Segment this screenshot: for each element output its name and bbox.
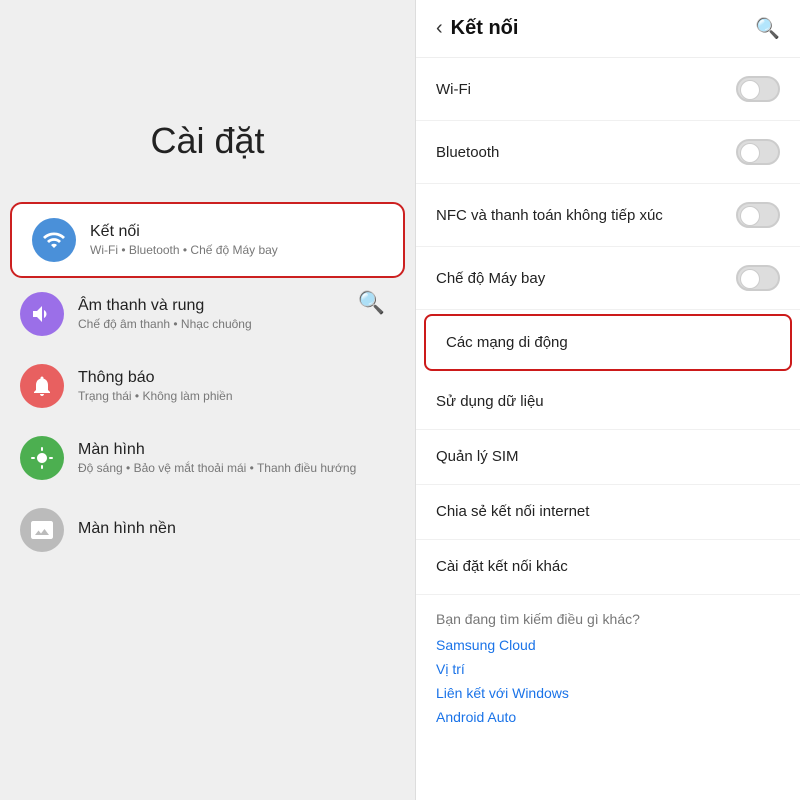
wallpaper-icon: [20, 508, 64, 552]
suggestion-title: Bạn đang tìm kiếm điều gì khác?: [436, 611, 780, 627]
cac-mang-label: Các mạng di động: [446, 334, 568, 351]
right-header-title: Kết nối: [451, 17, 519, 40]
bluetooth-label: Bluetooth: [436, 144, 499, 161]
nfc-label: NFC và thanh toán không tiếp xúc: [436, 207, 663, 224]
wifi-toggle[interactable]: [736, 76, 780, 102]
am-thanh-title: Âm thanh và rung: [78, 297, 252, 315]
left-panel: Cài đặt 🔍 Kết nối Wi-Fi • Bluetooth • Ch…: [0, 0, 415, 800]
ket-noi-subtitle: Wi-Fi • Bluetooth • Chế độ Máy bay: [90, 243, 278, 257]
thong-bao-text: Thông báo Trạng thái • Không làm phiền: [78, 369, 233, 403]
back-button[interactable]: ‹: [436, 17, 443, 40]
display-icon: [20, 436, 64, 480]
suggestion-vi-tri[interactable]: Vị trí: [436, 661, 780, 677]
menu-item-cac-mang-di-dong[interactable]: Các mạng di động: [424, 314, 792, 371]
settings-title: Cài đặt: [0, 120, 415, 162]
man-hinh-subtitle: Độ sáng • Bảo vệ mắt thoải mái • Thanh đ…: [78, 461, 356, 475]
wifi-label: Wi-Fi: [436, 81, 471, 98]
may-bay-toggle[interactable]: [736, 265, 780, 291]
chia-se-label: Chia sẻ kết nối internet: [436, 503, 589, 520]
may-bay-label: Chế độ Máy bay: [436, 270, 545, 287]
menu-item-su-dung-du-lieu[interactable]: Sử dụng dữ liệu: [416, 375, 800, 430]
menu-item-nfc[interactable]: NFC và thanh toán không tiếp xúc: [416, 184, 800, 247]
ket-noi-title: Kết nối: [90, 223, 278, 241]
menu-item-quan-ly-sim[interactable]: Quản lý SIM: [416, 430, 800, 485]
cai-dat-khac-label: Cài đặt kết nối khác: [436, 558, 568, 575]
settings-list: Kết nối Wi-Fi • Bluetooth • Chế độ Máy b…: [0, 202, 415, 566]
man-hinh-text: Màn hình Độ sáng • Bảo vệ mắt thoải mái …: [78, 441, 356, 475]
sidebar-item-am-thanh[interactable]: Âm thanh và rung Chế độ âm thanh • Nhạc …: [0, 278, 415, 350]
thong-bao-subtitle: Trạng thái • Không làm phiền: [78, 389, 233, 403]
menu-item-chia-se[interactable]: Chia sẻ kết nối internet: [416, 485, 800, 540]
am-thanh-text: Âm thanh và rung Chế độ âm thanh • Nhạc …: [78, 297, 252, 331]
su-dung-label: Sử dụng dữ liệu: [436, 393, 544, 410]
sound-icon: [20, 292, 64, 336]
man-hinh-nen-title: Màn hình nền: [78, 520, 176, 538]
bluetooth-toggle[interactable]: [736, 139, 780, 165]
search-icon-left[interactable]: 🔍: [358, 290, 385, 316]
sidebar-item-man-hinh-nen[interactable]: Màn hình nền: [0, 494, 415, 566]
suggestion-android-auto[interactable]: Android Auto: [436, 709, 780, 725]
menu-item-cai-dat-khac[interactable]: Cài đặt kết nối khác: [416, 540, 800, 595]
right-header: ‹ Kết nối 🔍: [416, 0, 800, 58]
right-panel: ‹ Kết nối 🔍 Wi-Fi Bluetooth NFC và thanh…: [415, 0, 800, 800]
sidebar-item-thong-bao[interactable]: Thông báo Trạng thái • Không làm phiền: [0, 350, 415, 422]
notif-icon: [20, 364, 64, 408]
suggestion-lien-ket-windows[interactable]: Liên kết với Windows: [436, 685, 780, 701]
sidebar-item-man-hinh[interactable]: Màn hình Độ sáng • Bảo vệ mắt thoải mái …: [0, 422, 415, 494]
menu-item-bluetooth[interactable]: Bluetooth: [416, 121, 800, 184]
wifi-icon: [32, 218, 76, 262]
menu-item-wifi[interactable]: Wi-Fi: [416, 58, 800, 121]
sidebar-item-ket-noi[interactable]: Kết nối Wi-Fi • Bluetooth • Chế độ Máy b…: [10, 202, 405, 278]
man-hinh-title: Màn hình: [78, 441, 356, 459]
header-left: ‹ Kết nối: [436, 17, 518, 40]
nfc-toggle[interactable]: [736, 202, 780, 228]
suggestion-samsung-cloud[interactable]: Samsung Cloud: [436, 637, 780, 653]
quan-ly-label: Quản lý SIM: [436, 448, 519, 465]
thong-bao-title: Thông báo: [78, 369, 233, 387]
suggestion-section: Bạn đang tìm kiếm điều gì khác? Samsung …: [416, 595, 800, 741]
ket-noi-text: Kết nối Wi-Fi • Bluetooth • Chế độ Máy b…: [90, 223, 278, 257]
menu-item-may-bay[interactable]: Chế độ Máy bay: [416, 247, 800, 310]
right-search-icon[interactable]: 🔍: [755, 16, 780, 41]
man-hinh-nen-text: Màn hình nền: [78, 520, 176, 540]
am-thanh-subtitle: Chế độ âm thanh • Nhạc chuông: [78, 317, 252, 331]
